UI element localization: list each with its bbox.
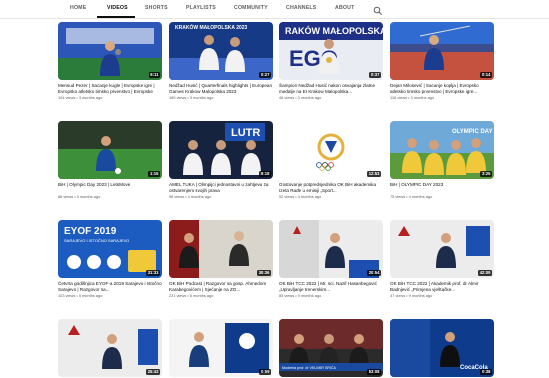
video-thumbnail[interactable]: EYOF 2019 SARAJEVO I ISTOČNO SARAJEVO 31…	[58, 220, 162, 278]
video-thumbnail[interactable]: 42:09	[390, 220, 494, 278]
video-title[interactable]: OK BiH TCC 2022 | Mr. sci. Nazif Hasanbe…	[279, 281, 383, 292]
video-title[interactable]: Četvrta godišnjica EYOF-a 2019 Sarajevo …	[58, 281, 162, 292]
thumbnail-image: OLYMPIC DAY	[390, 121, 494, 179]
video-meta: 52 views • 4 months ago	[279, 194, 322, 200]
duration-badge: 0:27	[259, 71, 271, 78]
duration-badge: 25:43	[146, 368, 160, 375]
video-thumbnail[interactable]: LUTR 8:18	[169, 121, 273, 179]
tab-channels[interactable]: CHANNELS	[286, 5, 316, 11]
video-meta: 47 views • 9 months ago	[390, 293, 433, 299]
tab-community[interactable]: COMMUNITY	[234, 5, 268, 11]
eyof-subtitle: SARAJEVO I ISTOČNO SARAJEVO	[64, 238, 129, 243]
video-card[interactable]: OLYMPIC DAY 3:25 BiH | OLYMPIC DAY 2023 75 …	[390, 121, 494, 199]
video-title[interactable]: Nedžad Husić | Quarterfinals highlights …	[169, 83, 273, 94]
olympic-day-text: OLYMPIC DAY	[452, 129, 493, 135]
duration-badge: 31:33	[146, 269, 160, 276]
video-title[interactable]: OK BiH TCC 2022 | Akademik prof. dr Almi…	[390, 281, 494, 292]
lower-third-caption: Moderira prof. dr VELIMIR SRIĆA	[282, 365, 337, 370]
thumbnail-image: KRAKÓW MAŁOPOLSKA 2023	[169, 22, 273, 80]
video-title[interactable]: OK BiH Podcast | Razgovor sa gosp. Ahmed…	[169, 281, 273, 292]
thumbnail-image	[58, 22, 162, 80]
video-thumbnail[interactable]: 25:43	[58, 319, 162, 377]
video-title[interactable]: BiH | OLYMPIC DAY 2023	[390, 182, 494, 193]
video-meta: 46 views • 3 months ago	[279, 95, 322, 101]
sponsor-logo-text: LUTR	[231, 127, 260, 139]
eyof-title: EYOF 2019	[64, 226, 117, 237]
krakow-heading: RAKÓW MAŁOPOLSKA	[285, 25, 383, 36]
video-thumbnail[interactable]: KRAKÓW MAŁOPOLSKA 2023 0:27	[169, 22, 273, 80]
video-thumbnail[interactable]: Moderira prof. dr VELIMIR SRIĆA 53:08	[279, 319, 383, 377]
video-title[interactable]: BiH | Olympic Day 2023 | LetsMove	[58, 182, 162, 193]
video-title[interactable]: AMEL TUKA | Olimpijci jednostavni u zaht…	[169, 182, 273, 193]
video-card[interactable]: KRAKÓW MAŁOPOLSKA 2023 0:27 Nedžad Husić …	[169, 22, 273, 100]
video-thumbnail[interactable]: 12:53	[279, 121, 383, 179]
video-title[interactable]: Šampion Nedžad Husić nakon osvajanja zla…	[279, 83, 383, 94]
thumbnail-image: CocaCola	[390, 319, 494, 377]
duration-badge: 8:11	[148, 71, 160, 78]
tab-about[interactable]: ABOUT	[335, 5, 354, 11]
duration-badge: 0:59	[259, 368, 271, 375]
duration-badge: 8:18	[259, 170, 271, 177]
video-card[interactable]: CocaCola 0:38	[390, 319, 494, 377]
video-meta: 98 views • 4 months ago	[169, 194, 212, 200]
video-thumbnail[interactable]: 30:36	[169, 220, 273, 278]
thumbnail-image: RAKÓW MAŁOPOLSKA EGO	[279, 22, 383, 80]
thumbnail-image	[58, 121, 162, 179]
duration-badge: 3:25	[480, 170, 492, 177]
video-card[interactable]: 12:53 Gostovanje potpredsjednika OK BiH a…	[279, 121, 383, 199]
video-meta: 104 views • 3 months ago	[58, 95, 103, 101]
video-card[interactable]: 25:43	[58, 319, 162, 377]
duration-badge: 1:15	[148, 170, 160, 177]
video-meta: 221 views • 6 months ago	[169, 293, 214, 299]
search-icon[interactable]	[373, 3, 383, 15]
tab-playlists[interactable]: PLAYLISTS	[186, 5, 216, 11]
video-thumbnail[interactable]: 1:15	[58, 121, 162, 179]
video-card[interactable]: 0:59	[169, 319, 273, 377]
duration-badge: 0:14	[480, 71, 492, 78]
video-thumbnail[interactable]: 0:59	[169, 319, 273, 377]
thumbnail-image: LUTR	[169, 121, 273, 179]
video-meta: 185 views • 3 months ago	[169, 95, 214, 101]
video-meta: 75 views • 4 months ago	[390, 194, 433, 200]
video-card[interactable]: LUTR 8:18 AMEL TUKA | Olimpijci jednostav…	[169, 121, 273, 199]
video-title[interactable]: Mensud Pezer | Sacanje kugle | Evropske …	[58, 83, 162, 94]
duration-badge: 30:36	[257, 269, 271, 276]
duration-badge: 42:09	[478, 269, 492, 276]
video-meta: 86 views • 3 months ago	[58, 194, 101, 200]
video-thumbnail[interactable]: 0:14	[390, 22, 494, 80]
duration-badge: 53:08	[367, 368, 381, 375]
thumbnail-image	[390, 22, 494, 80]
duration-badge: 12:53	[367, 170, 381, 177]
video-thumbnail[interactable]: 20:54	[279, 220, 383, 278]
duration-badge: 0:37	[369, 71, 381, 78]
video-meta: 103 views • 5 months ago	[58, 293, 103, 299]
active-tab-indicator	[97, 16, 135, 18]
tab-home[interactable]: HOME	[70, 5, 86, 11]
video-title[interactable]: Gostovanje potpredsjednika OK BiH akadem…	[279, 182, 383, 193]
video-card[interactable]: 1:15 BiH | Olympic Day 2023 | LetsMove 86 …	[58, 121, 162, 199]
video-card[interactable]: 0:14 Dejan Milosević | Sacanje koplja | E…	[390, 22, 494, 100]
video-card[interactable]: Moderira prof. dr VELIMIR SRIĆA 53:08	[279, 319, 383, 377]
video-meta: 85 views • 9 months ago	[279, 293, 322, 299]
channel-tabs: HOME VIDEOS SHORTS PLAYLISTS COMMUNITY CHANNE…	[0, 0, 549, 19]
video-meta: 116 views • 3 months ago	[390, 95, 435, 101]
video-card[interactable]: RAKÓW MAŁOPOLSKA EGO 0:37 Šampion Nedžad …	[279, 22, 383, 100]
krakow-banner-text: KRAKÓW MAŁOPOLSKA 2023	[175, 23, 248, 31]
video-card[interactable]: 30:36 OK BiH Podcast | Razgovor sa gosp. …	[169, 220, 273, 298]
duration-badge: 0:38	[480, 368, 492, 375]
duration-badge: 20:54	[367, 269, 381, 276]
thumbnail-image	[169, 319, 273, 377]
video-title[interactable]: Dejan Milosević | Sacanje koplja | Evrop…	[390, 83, 494, 94]
video-card[interactable]: EYOF 2019 SARAJEVO I ISTOČNO SARAJEVO 31…	[58, 220, 162, 298]
video-card[interactable]: 42:09 OK BiH TCC 2022 | Akademik prof. dr…	[390, 220, 494, 298]
video-card[interactable]: 20:54 OK BiH TCC 2022 | Mr. sci. Nazif Ha…	[279, 220, 383, 298]
tab-shorts[interactable]: SHORTS	[145, 5, 168, 11]
tab-videos[interactable]: VIDEOS	[107, 5, 128, 11]
video-thumbnail[interactable]: OLYMPIC DAY 3:25	[390, 121, 494, 179]
video-thumbnail[interactable]: 8:11	[58, 22, 162, 80]
video-thumbnail[interactable]: CocaCola 0:38	[390, 319, 494, 377]
video-thumbnail[interactable]: RAKÓW MAŁOPOLSKA EGO 0:37	[279, 22, 383, 80]
video-card[interactable]: 8:11 Mensud Pezer | Sacanje kugle | Evrop…	[58, 22, 162, 100]
